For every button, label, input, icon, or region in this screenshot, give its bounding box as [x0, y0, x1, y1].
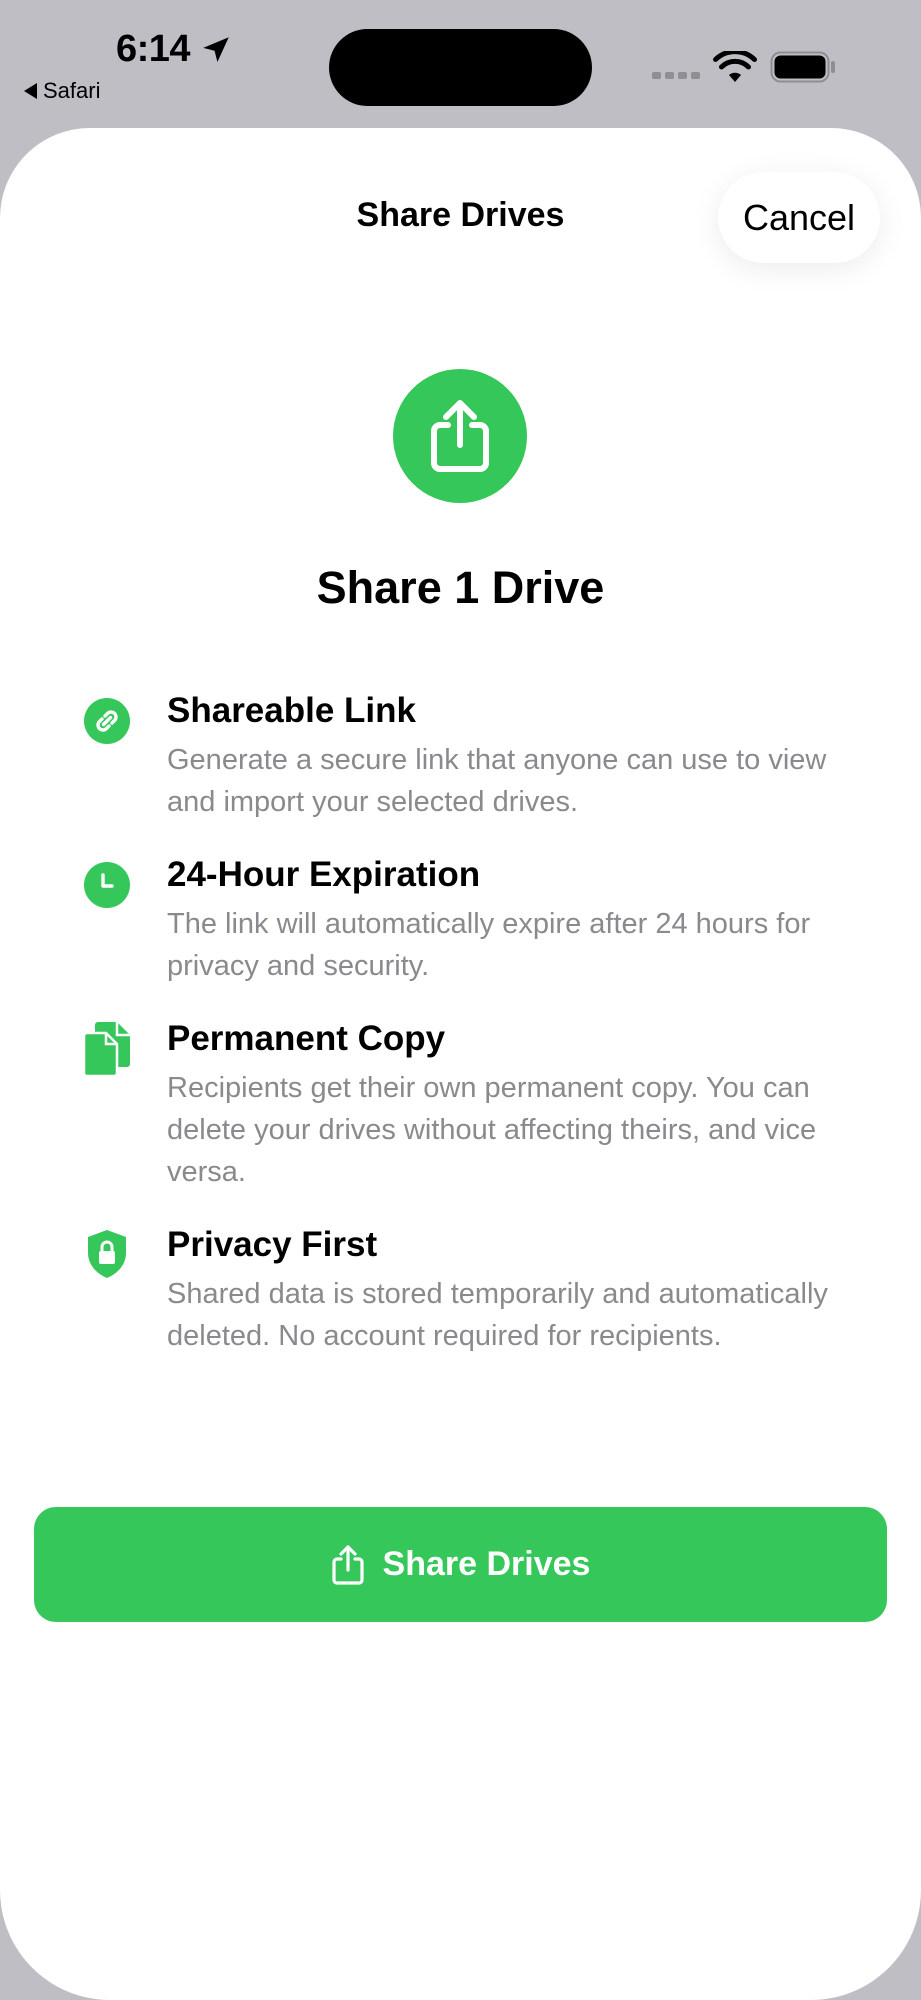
share-icon	[431, 400, 489, 472]
feature-title: Shareable Link	[167, 691, 416, 730]
wifi-icon	[713, 51, 757, 82]
feature-description: The link will automatically expire after…	[167, 908, 811, 982]
share-hero-icon	[393, 369, 527, 503]
back-app-label: Safari	[43, 78, 101, 103]
cancel-button[interactable]: Cancel	[718, 172, 880, 263]
feature-title: Permanent Copy	[167, 1019, 446, 1058]
status-time: 6:14	[116, 28, 191, 70]
feature-title: 24-Hour Expiration	[167, 855, 481, 894]
share-icon	[331, 1544, 364, 1585]
back-to-app-link[interactable]: Safari	[24, 78, 100, 104]
lock-shield-icon	[88, 1230, 126, 1278]
link-icon	[84, 698, 130, 744]
back-triangle-icon	[24, 83, 37, 99]
battery-icon	[770, 51, 835, 83]
location-arrow-icon	[203, 37, 229, 63]
share-sheet: Share Drives Cancel Share 1 Drive Sharea…	[0, 128, 921, 2000]
feature-description: Generate a secure link that anyone can u…	[167, 744, 827, 818]
feature-description: Shared data is stored temporarily and au…	[167, 1278, 828, 1352]
cellular-signal-icon	[652, 72, 700, 79]
hero-title: Share 1 Drive	[316, 562, 605, 613]
feature-title: Privacy First	[167, 1225, 378, 1264]
feature-description: Recipients get their own permanent copy.…	[167, 1072, 817, 1188]
share-drives-button-label: Share Drives	[382, 1545, 591, 1583]
status-bar: 6:14 Safari	[0, 0, 921, 128]
documents-icon	[84, 1022, 130, 1078]
dynamic-island	[329, 29, 592, 106]
clock-icon	[84, 862, 130, 908]
share-drives-button[interactable]: Share Drives	[34, 1507, 887, 1622]
